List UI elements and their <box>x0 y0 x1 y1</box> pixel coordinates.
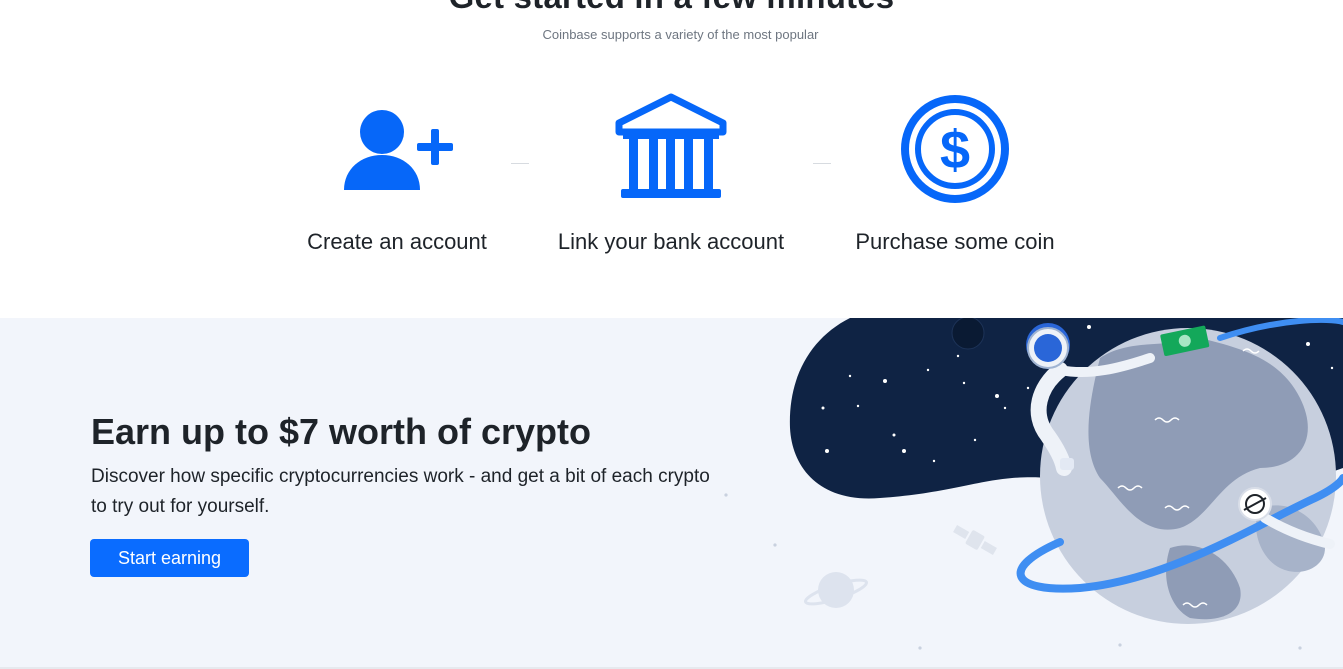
promo-title: Earn up to $7 worth of crypto <box>91 411 592 452</box>
step-connector <box>511 163 529 164</box>
add-user-icon <box>297 93 497 208</box>
earn-crypto-section: Earn up to $7 worth of crypto Discover h… <box>0 318 1343 669</box>
step-label: Create an account <box>307 229 487 254</box>
step-label: Purchase some coin <box>855 229 1055 254</box>
step-purchase-coin: $ Purchase some coin <box>845 93 1065 255</box>
crypto-coin <box>1238 487 1272 521</box>
step-label: Link your bank account <box>557 229 785 254</box>
section-subheading: Coinbase supports a variety of the most … <box>542 27 819 42</box>
promo-description: Discover how specific cryptocurrencies w… <box>91 466 710 517</box>
section-heading: Get started in a few minutes <box>0 0 1343 16</box>
start-earning-button[interactable]: Start earning <box>90 539 249 577</box>
get-started-section: Get started in a few minutes Coinbase su… <box>0 0 1343 318</box>
step-link-bank: Link your bank account <box>543 93 799 255</box>
step-connector <box>813 163 831 164</box>
dollar-coin-icon: $ <box>845 93 1065 208</box>
bank-icon <box>543 93 799 208</box>
svg-text:$: $ <box>940 120 970 180</box>
satellite <box>953 525 997 555</box>
step-create-account: Create an account <box>297 93 497 255</box>
small-planet <box>803 572 869 608</box>
astronaut-planet-illustration <box>724 318 1343 650</box>
